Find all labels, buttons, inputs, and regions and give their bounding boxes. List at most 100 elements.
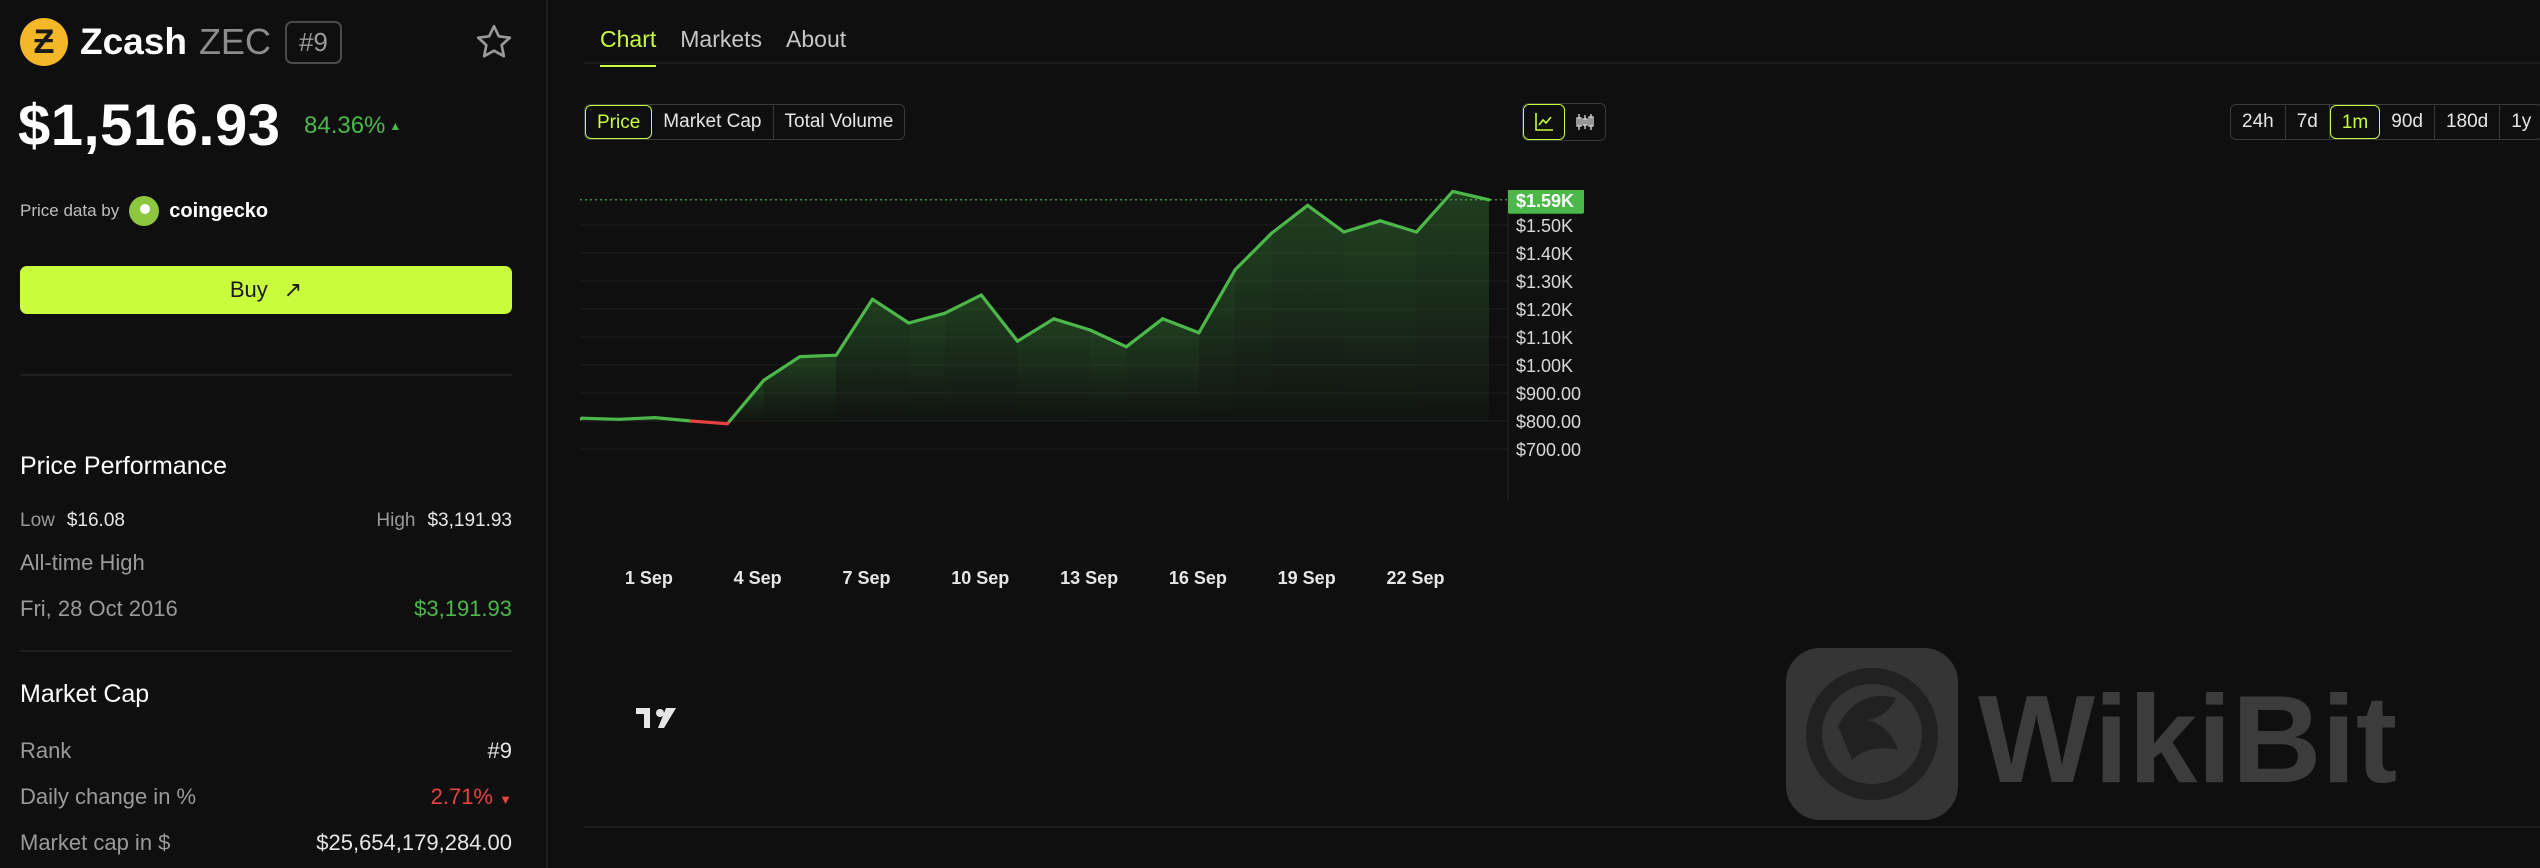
x-tick-label: 4 Sep [734,568,782,588]
line-chart-button[interactable] [1523,104,1565,140]
coin-name: Zcash [80,21,187,62]
x-tick-label: 22 Sep [1386,568,1444,588]
price-data-by-label: Price data by [20,201,120,220]
high-label: High [376,510,416,531]
daily-change-value: 2.71% ▼ [430,784,512,809]
low-high-row: Low $16.08 High $3,191.93 [20,510,512,532]
current-price-marker: $1.59K [580,190,1584,214]
range-1y[interactable]: 1y [2500,105,2540,139]
y-tick-label: $1.30K [1516,272,1573,292]
ath-label: All-time High [20,550,145,575]
range-24h[interactable]: 24h [2231,105,2286,139]
range-90d[interactable]: 90d [2380,105,2435,139]
area-segment [1198,269,1236,421]
area-segment [1053,318,1091,421]
y-tick-label: $1.00K [1516,356,1573,376]
metric-tab-price[interactable]: Price [585,105,653,139]
low-value: $16.08 [66,510,125,531]
x-tick-label: 19 Sep [1278,568,1336,588]
time-range-selector: 24h 7d 1m 90d 180d 1y [2230,104,2540,140]
x-tick-label: 13 Sep [1060,568,1118,588]
y-tick-label: $1.40K [1516,244,1573,264]
area-segment [1380,220,1417,421]
chart-type-selector [1522,103,1606,141]
y-tick-label: $900.00 [1516,384,1581,404]
current-price: $1,516.93 [18,93,281,158]
up-arrow-icon: ▲ [389,119,402,133]
area-segment [908,313,945,421]
price-line-segment [798,353,838,359]
y-tick-label: $800.00 [1516,412,1581,432]
x-tick-label: 1 Sep [625,568,673,588]
tabs-divider [584,62,2540,64]
x-tick-label: 16 Sep [1169,568,1227,588]
candlestick-button[interactable] [1565,104,1605,140]
wikibit-watermark: WikiBit [1786,648,2397,820]
coingecko-logo-icon [129,196,160,226]
price-line-segment [580,416,621,421]
ath-value: $3,191.93 [414,596,512,621]
market-cap-value: $25,654,179,284.00 [316,830,512,855]
buy-button[interactable]: Buy ↗ [20,266,512,314]
area-segment [1162,318,1199,421]
candlestick-icon [1576,114,1594,130]
rank-label: Rank [20,738,72,763]
range-180d[interactable]: 180d [2435,105,2501,139]
line-chart-icon [1535,113,1553,131]
down-arrow-icon: ▼ [499,792,512,807]
daily-change-row: Daily change in % 2.71% ▼ [20,784,512,810]
y-tick-label: $700.00 [1516,440,1581,460]
favorite-star-icon[interactable] [474,22,514,62]
divider [20,374,512,376]
tab-markets[interactable]: Markets [680,26,762,67]
market-cap-title: Market Cap [20,680,150,708]
range-7d[interactable]: 7d [2286,105,2330,139]
rank-row: Rank #9 [20,738,512,764]
rank-badge: #9 [284,20,342,64]
area-segment [1017,318,1054,421]
market-cap-row: Market cap in $ $25,654,179,284.00 [20,830,512,856]
y-axis: $700.00 $800.00 $900.00 $1.00K $1.10K $1.20K $… [1507,190,1581,500]
area-segment [1271,205,1308,421]
y-tick-label: $1.10K [1516,328,1573,348]
ath-label-row: All-time High [20,550,512,576]
main-tabs: Chart Markets About [600,26,846,67]
tab-chart[interactable]: Chart [600,26,657,67]
coingecko-link[interactable]: coingecko [169,200,268,223]
svg-text:WikiBit: WikiBit [1978,671,2397,809]
chart-bottom-divider [584,826,2540,828]
range-1m[interactable]: 1m [2329,105,2381,139]
daily-change-label: Daily change in % [20,784,197,809]
market-cap-label: Market cap in $ [20,830,171,855]
area-segment [1343,220,1381,421]
area-segment [1452,191,1489,421]
ath-row: Fri, 28 Oct 2016 $3,191.93 [20,596,512,622]
price-chart[interactable]: $700.00 $800.00 $900.00 $1.00K $1.10K $1.20K $… [580,190,2540,830]
area-segment [799,355,837,421]
y-tick-label: $1.50K [1516,216,1573,236]
tab-about[interactable]: About [786,26,846,67]
tradingview-logo-icon [636,708,676,728]
area-segment [945,295,982,421]
metric-selector: Price Market Cap Total Volume [584,104,906,140]
price-line-segment [616,416,657,421]
area-segment [763,356,800,421]
metric-tab-market-cap[interactable]: Market Cap [652,105,774,139]
y-tick-label: $1.20K [1516,300,1573,320]
metric-tab-total-volume[interactable]: Total Volume [774,105,905,139]
coin-ticker: ZEC [198,21,271,62]
area-segment [1235,233,1272,421]
price-change-percent: 84.36% ▲ [304,112,402,139]
external-arrow-icon: ↗ [283,277,303,302]
zcash-logo-icon: Ƶ [20,18,68,66]
area-segment [836,299,873,421]
divider [20,650,512,652]
price-source: Price data by coingecko [20,196,268,226]
price-performance-title: Price Performance [20,452,228,480]
x-axis: 25 Aug28 Aug1 Sep4 Sep7 Sep10 Sep13 Sep1… [625,568,1445,588]
x-tick-label: 10 Sep [951,568,1009,588]
area-segment [1307,205,1344,421]
current-price-label: $1.59K [1516,191,1574,211]
x-tick-label: 7 Sep [842,568,890,588]
ath-date: Fri, 28 Oct 2016 [20,596,178,621]
